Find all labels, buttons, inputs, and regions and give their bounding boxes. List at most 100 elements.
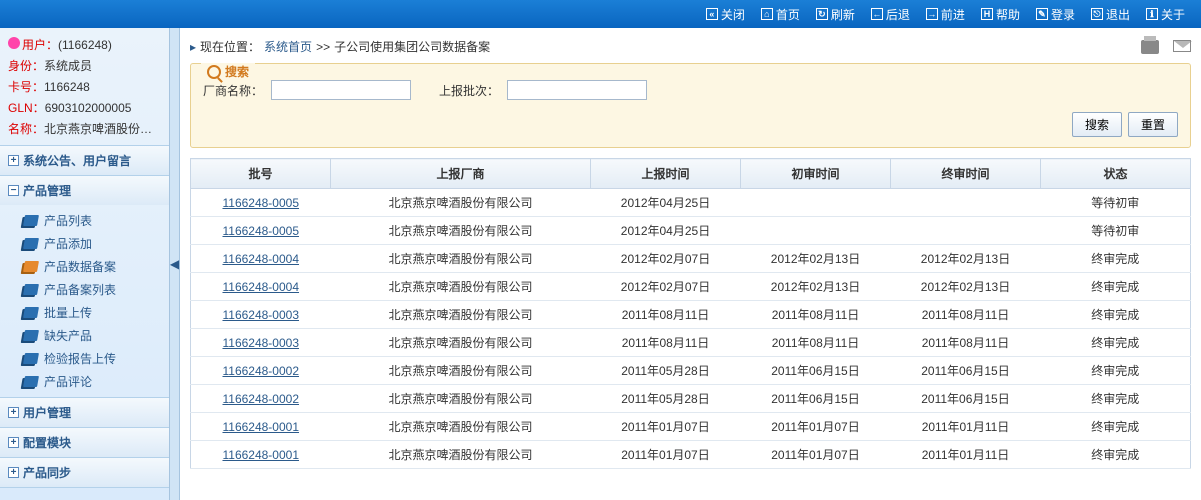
toolbar-help[interactable]: H帮助 [975, 4, 1026, 25]
expand-icon: + [8, 407, 19, 418]
breadcrumb-home-link[interactable]: 系统首页 [264, 38, 312, 55]
sidebar-item-6[interactable]: 检验报告上传 [0, 347, 169, 370]
menu-group-notice[interactable]: +系统公告、用户留言 [0, 146, 169, 175]
table-cell: 北京燕京啤酒股份有限公司 [331, 385, 591, 413]
expand-icon: + [8, 437, 19, 448]
book-icon [23, 376, 39, 387]
toolbar-forward[interactable]: →前进 [920, 4, 971, 25]
batch-link[interactable]: 1166248-0004 [222, 252, 299, 266]
table-cell: 2011年06月15日 [891, 385, 1041, 413]
batch-link[interactable]: 1166248-0001 [222, 448, 299, 462]
toolbar-exit[interactable]: ⎋退出 [1085, 4, 1136, 25]
table-header: 批号 [191, 159, 331, 189]
sidebar-item-4[interactable]: 批量上传 [0, 301, 169, 324]
table-cell: 2011年08月11日 [591, 301, 741, 329]
toolbar-refresh[interactable]: ↻刷新 [810, 4, 861, 25]
table-row: 1166248-0004北京燕京啤酒股份有限公司2012年02月07日2012年… [191, 245, 1191, 273]
table-cell: 终审完成 [1041, 413, 1191, 441]
table-cell [741, 217, 891, 245]
expand-icon: + [8, 467, 19, 478]
gln-label: GLN： [8, 101, 45, 115]
table-cell: 2011年06月15日 [741, 385, 891, 413]
menu-group-config[interactable]: +配置模块 [0, 428, 169, 457]
book-icon [23, 307, 39, 318]
sidebar-item-label: 缺失产品 [44, 327, 92, 344]
table-cell: 1166248-0004 [191, 273, 331, 301]
table-cell: 终审完成 [1041, 357, 1191, 385]
table-cell: 1166248-0005 [191, 189, 331, 217]
batch-link[interactable]: 1166248-0002 [222, 364, 299, 378]
table-cell: 2011年01月11日 [891, 413, 1041, 441]
toolbar-close[interactable]: «关闭 [700, 4, 751, 25]
table-cell [891, 189, 1041, 217]
sidebar-collapse-handle[interactable]: ◀ [170, 28, 180, 500]
table-cell: 2011年05月28日 [591, 357, 741, 385]
sidebar-item-3[interactable]: 产品备案列表 [0, 278, 169, 301]
table-cell: 终审完成 [1041, 329, 1191, 357]
print-icon[interactable] [1141, 40, 1159, 54]
sidebar-item-label: 产品数据备案 [44, 258, 116, 275]
table-cell: 1166248-0004 [191, 245, 331, 273]
menu-group-user[interactable]: +用户管理 [0, 398, 169, 427]
user-icon [8, 37, 20, 49]
report-batch-input[interactable] [507, 80, 647, 100]
sidebar-item-2[interactable]: 产品数据备案 [0, 255, 169, 278]
mail-icon[interactable] [1173, 40, 1191, 52]
table-row: 1166248-0005北京燕京啤酒股份有限公司2012年04月25日等待初审 [191, 217, 1191, 245]
batch-link[interactable]: 1166248-0002 [222, 392, 299, 406]
batch-link[interactable]: 1166248-0003 [222, 336, 299, 350]
table-cell: 2011年05月28日 [591, 385, 741, 413]
user-info-panel: 用户：(1166248) 身份：系统成员 卡号：1166248 GLN：6903… [0, 28, 169, 146]
sidebar-item-label: 检验报告上传 [44, 350, 116, 367]
close-icon: « [706, 8, 718, 20]
batch-link[interactable]: 1166248-0004 [222, 280, 299, 294]
toolbar-home[interactable]: ⌂首页 [755, 4, 806, 25]
batch-link[interactable]: 1166248-0005 [222, 196, 299, 210]
table-cell: 终审完成 [1041, 245, 1191, 273]
table-cell: 2012年04月25日 [591, 189, 741, 217]
batch-link[interactable]: 1166248-0001 [222, 420, 299, 434]
table-row: 1166248-0001北京燕京啤酒股份有限公司2011年01月07日2011年… [191, 441, 1191, 469]
menu-group-sync[interactable]: +产品同步 [0, 458, 169, 487]
search-button[interactable]: 搜索 [1072, 112, 1122, 137]
sidebar-item-7[interactable]: 产品评论 [0, 370, 169, 393]
sidebar-item-5[interactable]: 缺失产品 [0, 324, 169, 347]
breadcrumb-arrow-icon: ▸ [190, 40, 196, 54]
table-header: 上报厂商 [331, 159, 591, 189]
table-cell: 北京燕京啤酒股份有限公司 [331, 329, 591, 357]
book-icon [23, 215, 39, 226]
table-cell: 2012年02月13日 [891, 273, 1041, 301]
sidebar-item-1[interactable]: 产品添加 [0, 232, 169, 255]
batch-link[interactable]: 1166248-0003 [222, 308, 299, 322]
table-row: 1166248-0001北京燕京啤酒股份有限公司2011年01月07日2011年… [191, 413, 1191, 441]
table-cell: 2012年02月13日 [741, 273, 891, 301]
menu-group-product[interactable]: −产品管理 [0, 176, 169, 205]
exit-icon: ⎋ [1091, 8, 1103, 20]
table-cell: 1166248-0003 [191, 329, 331, 357]
table-cell: 2011年01月07日 [741, 441, 891, 469]
search-icon [207, 65, 221, 79]
book-icon [23, 353, 39, 364]
batch-link[interactable]: 1166248-0005 [222, 224, 299, 238]
toolbar-login[interactable]: ✎登录 [1030, 4, 1081, 25]
table-cell: 2011年08月11日 [741, 329, 891, 357]
vendor-name-input[interactable] [271, 80, 411, 100]
table-header: 终审时间 [891, 159, 1041, 189]
table-cell: 2012年02月07日 [591, 245, 741, 273]
table-cell: 2011年06月15日 [741, 357, 891, 385]
table-cell: 北京燕京啤酒股份有限公司 [331, 357, 591, 385]
reset-button[interactable]: 重置 [1128, 112, 1178, 137]
login-icon: ✎ [1036, 8, 1048, 20]
table-cell: 终审完成 [1041, 385, 1191, 413]
table-row: 1166248-0003北京燕京啤酒股份有限公司2011年08月11日2011年… [191, 329, 1191, 357]
toolbar-back[interactable]: ←后退 [865, 4, 916, 25]
identity-value: 系统成员 [44, 59, 92, 73]
table-cell: 2012年02月13日 [891, 245, 1041, 273]
table-cell: 等待初审 [1041, 217, 1191, 245]
table-cell: 北京燕京啤酒股份有限公司 [331, 441, 591, 469]
toolbar-about[interactable]: ℹ关于 [1140, 4, 1191, 25]
table-cell: 2011年08月11日 [891, 301, 1041, 329]
user-value: (1166248) [58, 38, 112, 52]
card-value: 1166248 [44, 80, 90, 94]
sidebar-item-0[interactable]: 产品列表 [0, 209, 169, 232]
